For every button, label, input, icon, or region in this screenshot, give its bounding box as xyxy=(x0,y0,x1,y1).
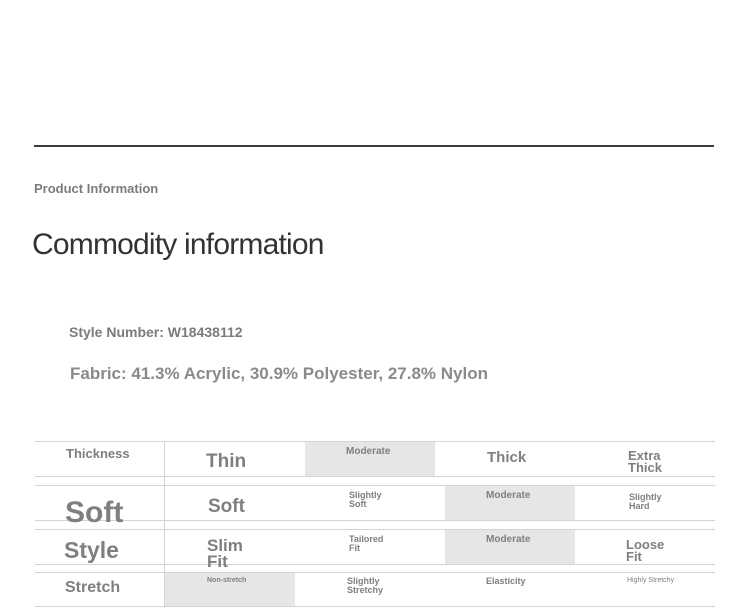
option-cell: Extra Thick xyxy=(628,448,662,476)
table-rule xyxy=(35,476,715,477)
option-cell: Slightly Stretchy xyxy=(347,576,384,595)
table-rule xyxy=(35,572,715,573)
top-divider xyxy=(34,145,714,147)
row-label: Stretch xyxy=(65,579,121,596)
option-cell: Tailored Fit xyxy=(349,534,384,553)
row-label: Soft xyxy=(65,496,124,529)
row-label: Thickness xyxy=(66,446,130,461)
page-title: Commodity information xyxy=(32,228,324,261)
option-cell: Elasticity xyxy=(486,576,526,586)
option-cell: Moderate xyxy=(486,490,531,501)
option-cell: Non-stretch xyxy=(207,577,247,584)
table-rule xyxy=(35,485,715,486)
fabric-composition: Fabric: 41.3% Acrylic, 30.9% Polyester, … xyxy=(70,364,488,383)
option-cell: Soft xyxy=(208,496,245,517)
section-label: Product Information xyxy=(34,181,159,196)
option-cell: Thin xyxy=(206,451,247,472)
option-cell: Highly Stretchy xyxy=(627,577,675,584)
option-cell: Slim Fit xyxy=(207,536,243,572)
option-cell: Slightly Hard xyxy=(629,492,662,511)
option-cell: Moderate xyxy=(486,534,531,545)
table-rule xyxy=(35,606,715,607)
style-number: Style Number: W18438112 xyxy=(69,324,243,340)
option-cell: Moderate xyxy=(346,446,391,457)
table-rule xyxy=(35,564,715,565)
option-cell: Loose Fit xyxy=(626,537,665,565)
table-rule xyxy=(35,520,715,521)
option-cell: Slightly Soft xyxy=(349,490,382,509)
option-cell: Thick xyxy=(487,449,527,466)
table-rule xyxy=(35,529,715,530)
row-label: Style xyxy=(64,537,119,563)
